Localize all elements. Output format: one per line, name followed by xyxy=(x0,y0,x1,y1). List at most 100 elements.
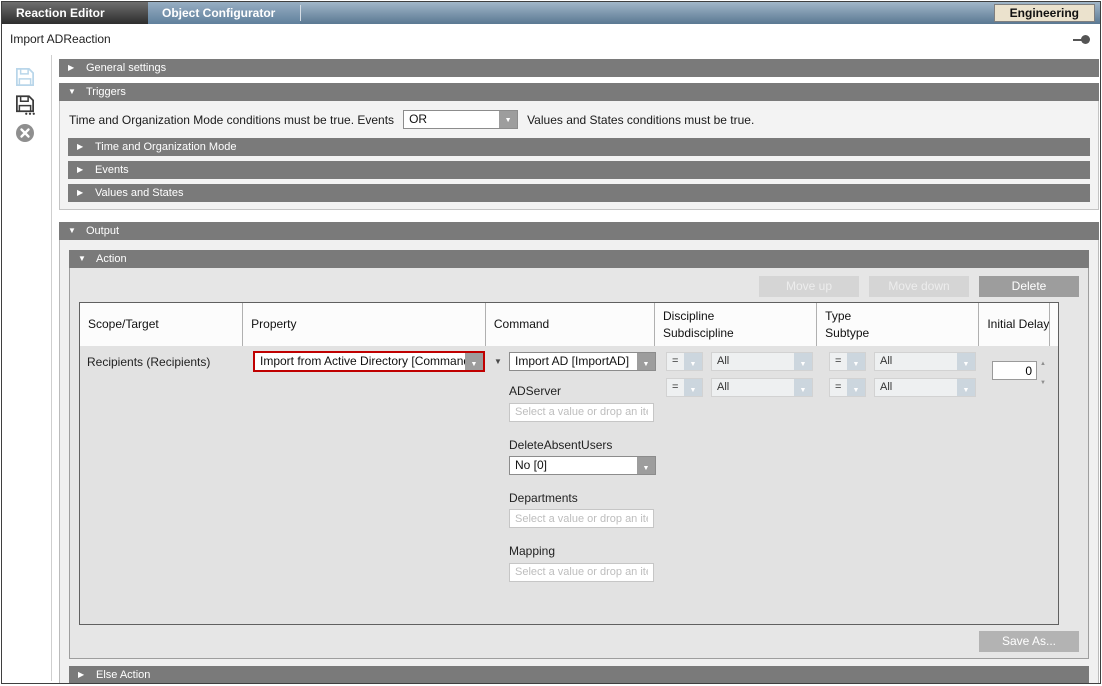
events-operator-dropdown[interactable]: OR xyxy=(403,110,519,129)
cell-type: = All = xyxy=(821,346,984,624)
subdiscipline-value: All xyxy=(717,381,730,393)
top-tab-bar: Reaction Editor Object Configurator Engi… xyxy=(2,2,1100,24)
initial-delay-spinner[interactable] xyxy=(1037,352,1049,389)
cell-scope-target: Recipients (Recipients) xyxy=(80,346,244,624)
param-label-adserver: ADServer xyxy=(509,384,562,398)
delete-button[interactable]: Delete xyxy=(979,276,1079,297)
section-label: Output xyxy=(86,225,120,237)
collapse-arrow-icon xyxy=(68,222,86,240)
expand-arrow-icon xyxy=(77,161,95,179)
dropdown-arrow-icon[interactable] xyxy=(499,111,518,128)
section-label: Triggers xyxy=(86,86,126,98)
dropdown-arrow-icon[interactable] xyxy=(684,353,702,370)
close-icon[interactable] xyxy=(15,123,35,143)
section-events[interactable]: Events xyxy=(68,161,1090,179)
move-down-button[interactable]: Move down xyxy=(869,276,969,297)
subdiscipline-value-dropdown[interactable]: All xyxy=(711,378,813,397)
section-label: Time and Organization Mode xyxy=(95,141,237,153)
dropdown-arrow-icon[interactable] xyxy=(465,353,483,370)
app-window: Reaction Editor Object Configurator Engi… xyxy=(1,1,1101,684)
pin-icon[interactable] xyxy=(1073,35,1090,44)
param-label-mapping: Mapping xyxy=(509,544,556,558)
section-output[interactable]: Output xyxy=(59,222,1099,240)
section-action[interactable]: Action xyxy=(69,250,1089,268)
col-header-initial-delay: Initial Delay xyxy=(979,303,1050,346)
section-triggers[interactable]: Triggers xyxy=(59,83,1099,101)
dropdown-arrow-icon[interactable] xyxy=(794,379,812,396)
condition-text-before: Time and Organization Mode conditions mu… xyxy=(69,112,395,127)
left-toolbar xyxy=(2,55,52,681)
deleteabsentusers-value: No [0] xyxy=(515,457,548,472)
main-content: General settings Triggers Time and Organ… xyxy=(59,59,1099,683)
property-dropdown[interactable]: Import from Active Directory [Commands. xyxy=(253,351,485,372)
param-label-departments: Departments xyxy=(509,490,578,505)
save-as-button[interactable]: Save As... xyxy=(979,631,1079,652)
adserver-input[interactable] xyxy=(509,402,654,422)
section-label: Else Action xyxy=(96,669,151,681)
table-row: Recipients (Recipients) Import from Acti… xyxy=(80,346,1058,624)
dropdown-arrow-icon[interactable] xyxy=(684,379,702,396)
section-label: Action xyxy=(96,253,127,265)
cell-initial-delay xyxy=(984,346,1055,624)
cell-property: Import from Active Directory [Commands. xyxy=(244,346,488,624)
type-operator-dropdown[interactable]: = xyxy=(829,352,866,371)
subtype-value-dropdown[interactable]: All xyxy=(874,378,976,397)
save-as-icon[interactable] xyxy=(15,95,35,115)
spinner-up-icon[interactable] xyxy=(1040,352,1046,370)
col-header-discipline: Discipline Subdiscipline xyxy=(655,303,818,346)
scope-target-value: Recipients (Recipients) xyxy=(87,355,211,369)
mapping-input[interactable] xyxy=(509,562,654,582)
subdiscipline-operator-dropdown[interactable]: = xyxy=(666,378,703,397)
spinner-down-icon[interactable] xyxy=(1040,371,1046,389)
tab-object-configurator[interactable]: Object Configurator xyxy=(148,2,300,24)
departments-input[interactable] xyxy=(509,509,654,528)
cell-stub xyxy=(1055,346,1058,624)
dropdown-arrow-icon[interactable] xyxy=(637,353,655,370)
output-panel: Action Move up Move down Delete Scope/Ta… xyxy=(59,240,1099,683)
dropdown-arrow-icon[interactable] xyxy=(847,379,865,396)
param-label-deleteabsentusers: DeleteAbsentUsers xyxy=(509,437,613,452)
subdiscipline-operator: = xyxy=(672,381,679,393)
col-header-command: Command xyxy=(486,303,655,346)
engineering-mode-badge[interactable]: Engineering xyxy=(993,4,1095,22)
dropdown-arrow-icon[interactable] xyxy=(847,353,865,370)
command-dropdown[interactable]: Import AD [ImportAD] xyxy=(509,352,656,371)
triggers-panel: Time and Organization Mode conditions mu… xyxy=(59,101,1099,210)
col-header-property: Property xyxy=(243,303,486,346)
section-label: Events xyxy=(95,164,129,176)
section-general-settings[interactable]: General settings xyxy=(59,59,1099,77)
col-header-scope-target: Scope/Target xyxy=(80,303,244,346)
discipline-operator: = xyxy=(672,355,679,367)
dropdown-arrow-icon[interactable] xyxy=(637,456,655,474)
command-parameters: ADServer DeleteAbsentUsers No [0] Depart… xyxy=(509,384,656,582)
collapse-arrow-icon xyxy=(78,250,96,268)
condition-text-after: Values and States conditions must be tru… xyxy=(527,112,755,127)
cell-discipline: = All = xyxy=(658,346,821,624)
dropdown-arrow-icon[interactable] xyxy=(957,353,975,370)
action-table: Scope/Target Property Command Discipline… xyxy=(79,302,1059,625)
discipline-value-dropdown[interactable]: All xyxy=(711,352,813,371)
expand-arrow-icon xyxy=(77,138,95,156)
discipline-operator-dropdown[interactable]: = xyxy=(666,352,703,371)
table-header-row: Scope/Target Property Command Discipline… xyxy=(80,303,1058,346)
type-value-dropdown[interactable]: All xyxy=(874,352,976,371)
initial-delay-input[interactable] xyxy=(992,361,1037,380)
deleteabsentusers-dropdown[interactable]: No [0] xyxy=(509,455,656,475)
col-header-type: Type Subtype xyxy=(817,303,980,346)
dropdown-arrow-icon[interactable] xyxy=(794,353,812,370)
move-up-button[interactable]: Move up xyxy=(759,276,859,297)
collapse-arrow-icon xyxy=(68,83,86,101)
section-else-action[interactable]: Else Action xyxy=(69,666,1089,683)
expand-arrow-icon xyxy=(78,666,96,683)
dropdown-arrow-icon[interactable] xyxy=(957,379,975,396)
command-expander-icon[interactable] xyxy=(494,357,509,366)
trigger-condition-row: Time and Organization Mode conditions mu… xyxy=(60,101,1098,138)
events-operator-value: OR xyxy=(409,112,428,126)
action-button-row: Move up Move down Delete xyxy=(79,272,1079,302)
save-icon[interactable] xyxy=(15,67,35,87)
section-label: Values and States xyxy=(95,187,184,199)
section-values-and-states[interactable]: Values and States xyxy=(68,184,1090,202)
tab-reaction-editor[interactable]: Reaction Editor xyxy=(2,2,148,24)
subtype-operator-dropdown[interactable]: = xyxy=(829,378,866,397)
section-time-organization-mode[interactable]: Time and Organization Mode xyxy=(68,138,1090,156)
